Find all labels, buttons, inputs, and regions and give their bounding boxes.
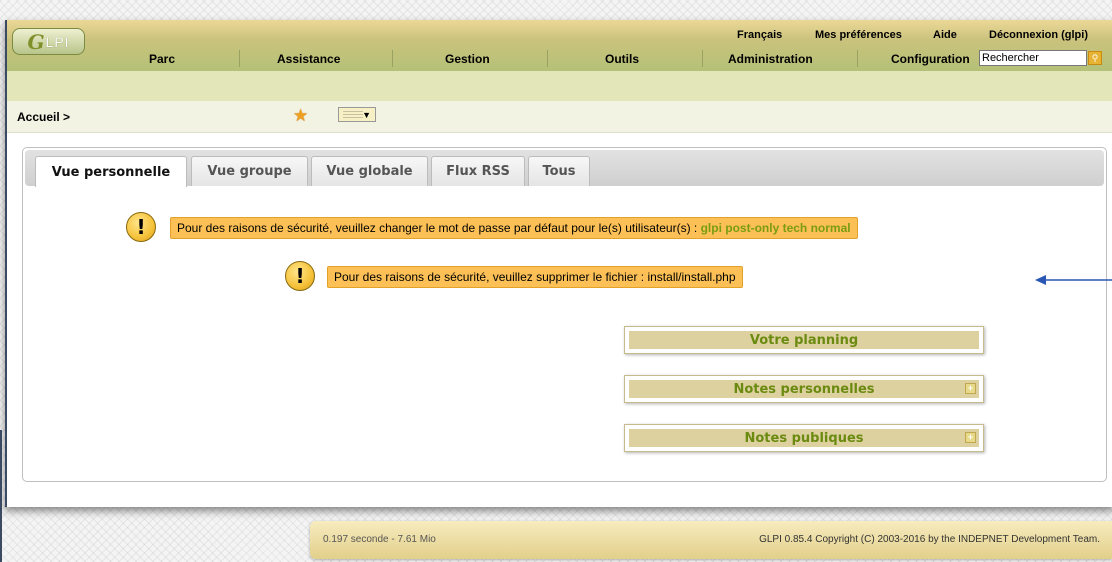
header-bar: G LPI Français Mes préférences Aide Décon… [7,20,1112,71]
logo-text: LPI [45,33,70,50]
arrow-left-icon [1035,275,1112,285]
planning-card: Votre planning [624,326,984,354]
footer-copyright[interactable]: GLPI 0.85.4 Copyright (C) 2003-2016 by t… [759,534,1100,545]
warning-text: Pour des raisons de sécurité, veuillez s… [334,270,736,284]
breadcrumb-bar: Accueil > ★ ▼ [7,101,1112,133]
menu-assistance[interactable]: Assistance [277,52,340,66]
public-notes-title[interactable]: Notes publiques [629,429,979,447]
page-left-border [0,430,2,562]
logout-link[interactable]: Déconnexion (glpi) [989,29,1088,41]
submenu-bar [7,71,1112,101]
glpi-logo[interactable]: G LPI [12,28,85,55]
page-container: G LPI Français Mes préférences Aide Décon… [5,20,1112,507]
warning-text-box: Pour des raisons de sécurité, veuillez c… [170,217,858,239]
footer-time: 0.197 seconde - 7.61 Mio [323,534,436,545]
logo-letter: G [27,29,45,54]
warning-text-box: Pour des raisons de sécurité, veuillez s… [327,266,743,288]
tab-vue-personnelle[interactable]: Vue personnelle [35,156,187,187]
planning-title[interactable]: Votre planning [629,331,979,349]
display-lines [343,111,363,119]
search-input[interactable] [979,50,1087,66]
public-notes-card: Notes publiques + [624,424,984,452]
footer-bar: 0.197 seconde - 7.61 Mio GLPI 0.85.4 Cop… [310,521,1112,559]
menu-parc[interactable]: Parc [149,52,175,66]
add-icon[interactable]: + [965,432,976,443]
tab-vue-groupe[interactable]: Vue groupe [191,156,308,186]
display-toggle-icon[interactable]: ▼ [338,107,376,122]
search-icon[interactable]: ⚲ [1088,51,1102,65]
add-icon[interactable]: + [965,383,976,394]
star-icon[interactable]: ★ [293,107,308,124]
menu-administration[interactable]: Administration [728,52,813,66]
menu-outils[interactable]: Outils [605,52,639,66]
tab-flux-rss[interactable]: Flux RSS [431,156,525,186]
menu-separator [702,50,703,67]
menu-separator [857,50,858,67]
chevron-down-icon: ▼ [362,110,371,120]
tab-tous[interactable]: Tous [528,156,590,186]
help-link[interactable]: Aide [933,29,957,41]
menu-gestion[interactable]: Gestion [445,52,490,66]
warning-icon: ! [285,261,315,291]
breadcrumb[interactable]: Accueil > [17,110,70,124]
tab-bar: Vue personnelle Vue groupe Vue globale F… [25,150,1104,187]
preferences-link[interactable]: Mes préférences [815,29,902,41]
warning-icon: ! [126,212,156,242]
personal-notes-title[interactable]: Notes personnelles [629,380,979,398]
tab-vue-globale[interactable]: Vue globale [311,156,428,186]
personal-notes-card: Notes personnelles + [624,375,984,403]
language-link[interactable]: Français [737,29,782,41]
menu-separator [239,50,240,67]
warning-message: ! Pour des raisons de sécurité, veuillez… [285,261,845,291]
menu-separator [547,50,548,67]
menu-configuration[interactable]: Configuration [891,52,970,66]
warning-users: glpi post-only tech normal [700,221,851,235]
menu-separator [392,50,393,67]
warning-message: ! Pour des raisons de sécurité, veuillez… [126,212,1016,242]
warning-text: Pour des raisons de sécurité, veuillez c… [177,221,701,235]
